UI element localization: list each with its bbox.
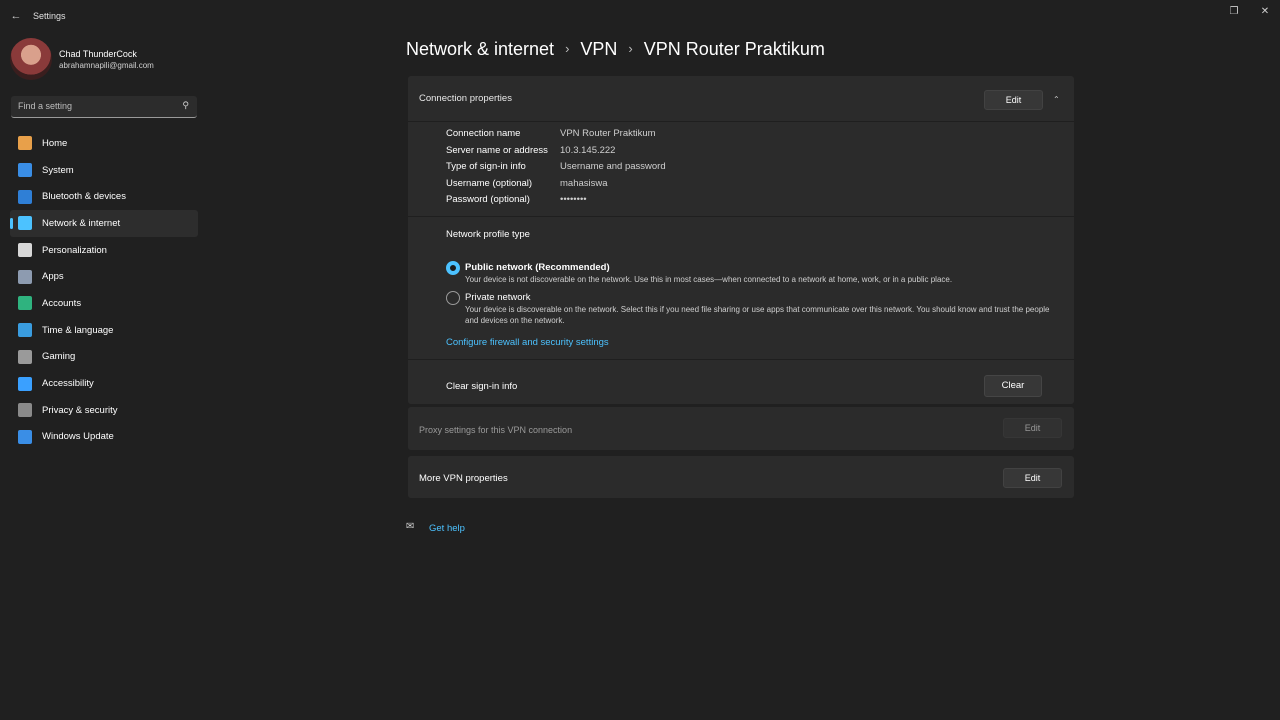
- private-network-radio[interactable]: [446, 291, 460, 305]
- clear-sign-in-button[interactable]: Clear: [984, 375, 1042, 397]
- property-label: Type of sign-in info: [446, 161, 526, 173]
- sidebar-item-label: Network & internet: [42, 217, 121, 229]
- update-icon: [18, 429, 32, 444]
- user-profile[interactable]: Chad ThunderCock abrahamnapili@gmail.com: [10, 38, 200, 84]
- public-network-label[interactable]: Public network (Recommended): [465, 262, 610, 273]
- sidebar-item-label: Gaming: [42, 351, 76, 363]
- more-vpn-properties-label: More VPN properties: [419, 473, 508, 484]
- brush-icon: [18, 243, 32, 258]
- public-network-description: Your device is not discoverable on the n…: [465, 275, 953, 284]
- sidebar-item-label: Accessibility: [42, 378, 94, 390]
- property-label: Connection name: [446, 128, 521, 139]
- sidebar-item-privacy-security[interactable]: Privacy & security: [10, 397, 198, 424]
- public-network-radio[interactable]: [446, 261, 460, 275]
- title-bar: ← Settings ❐ ✕: [0, 0, 1280, 32]
- bluetooth-icon: [18, 189, 32, 204]
- edit-proxy-button[interactable]: Edit: [1003, 418, 1062, 438]
- breadcrumb: Network & internet › VPN › VPN Router Prakti…: [406, 39, 825, 60]
- sidebar-item-label: System: [42, 164, 74, 176]
- proxy-settings-card: Proxy settings for this VPN connection E…: [408, 407, 1074, 450]
- private-network-description: Your device is discoverable on the netwo…: [465, 305, 1050, 325]
- sidebar-item-network-internet[interactable]: Network & internet: [10, 210, 198, 237]
- sidebar-item-label: Accounts: [42, 297, 82, 309]
- breadcrumb-current: VPN Router Praktikum: [643, 39, 825, 59]
- system-icon: [18, 163, 32, 178]
- property-value: VPN Router Praktikum: [560, 128, 656, 139]
- help-chat-icon: ✉: [406, 521, 415, 532]
- accounts-icon: [18, 296, 32, 311]
- avatar: [10, 38, 52, 80]
- restore-icon[interactable]: ❐: [1225, 5, 1243, 19]
- connection-properties-title: Connection properties: [419, 93, 512, 104]
- sidebar-item-home[interactable]: Home: [10, 130, 198, 157]
- property-label: Password (optional): [446, 194, 530, 206]
- divider: [408, 216, 1074, 217]
- edit-connection-button[interactable]: Edit: [984, 90, 1043, 110]
- sidebar-item-label: Bluetooth & devices: [42, 191, 126, 203]
- divider: [408, 121, 1074, 122]
- property-label: Username (optional): [446, 177, 533, 189]
- breadcrumb-vpn[interactable]: VPN: [580, 39, 617, 59]
- back-arrow-icon[interactable]: ←: [8, 9, 24, 23]
- window-title: Settings: [33, 11, 66, 21]
- apps-icon: [18, 269, 32, 284]
- sidebar-item-label: Time & language: [42, 324, 114, 336]
- profile-name: Chad ThunderCock: [59, 49, 137, 59]
- property-label: Server name or address: [446, 144, 548, 156]
- accessibility-icon: [18, 376, 32, 391]
- search-icon[interactable]: ⚲: [182, 100, 189, 111]
- search-input[interactable]: Find a setting ⚲: [11, 96, 197, 118]
- get-help-link[interactable]: Get help: [429, 523, 465, 534]
- sidebar-item-apps[interactable]: Apps: [10, 263, 198, 290]
- sidebar-item-personalization[interactable]: Personalization: [10, 237, 198, 264]
- chevron-up-icon[interactable]: ⌃: [1053, 95, 1060, 104]
- sidebar-item-windows-update[interactable]: Windows Update: [10, 424, 198, 451]
- clear-sign-in-label: Clear sign-in info: [446, 381, 518, 392]
- sidebar-item-accounts[interactable]: Accounts: [10, 290, 198, 317]
- firewall-settings-link[interactable]: Configure firewall and security settings: [446, 337, 609, 348]
- property-value: 10.3.145.222: [560, 144, 616, 156]
- divider: [408, 359, 1074, 360]
- gaming-icon: [18, 349, 32, 364]
- network-profile-type-label: Network profile type: [446, 229, 530, 240]
- connection-properties-header[interactable]: Connection properties Edit ⌃: [408, 76, 1074, 121]
- chevron-right-icon: ›: [628, 41, 633, 56]
- sidebar-item-label: Windows Update: [42, 431, 114, 443]
- sidebar-item-label: Home: [42, 137, 68, 149]
- proxy-settings-label: Proxy settings for this VPN connection: [419, 425, 573, 435]
- sidebar-item-gaming[interactable]: Gaming: [10, 344, 198, 371]
- breadcrumb-network[interactable]: Network & internet: [406, 39, 554, 59]
- property-value: Username and password: [560, 161, 666, 173]
- profile-email: abrahamnapili@gmail.com: [59, 61, 154, 70]
- property-value: ••••••••: [560, 194, 587, 206]
- connection-properties-card: Connection properties Edit ⌃ Connection …: [408, 76, 1074, 404]
- sidebar-item-time-language[interactable]: Time & language: [10, 317, 198, 344]
- sidebar-item-label: Personalization: [42, 244, 107, 256]
- more-vpn-properties-card: More VPN properties Edit: [408, 456, 1074, 498]
- shield-icon: [18, 403, 32, 418]
- search-placeholder: Find a setting: [18, 101, 73, 111]
- home-icon: [18, 136, 32, 151]
- sidebar-item-label: Privacy & security: [42, 404, 118, 416]
- edit-more-properties-button[interactable]: Edit: [1003, 468, 1062, 488]
- sidebar-item-accessibility[interactable]: Accessibility: [10, 370, 198, 397]
- property-value: mahasiswa: [560, 177, 608, 189]
- sidebar-nav: Home System Bluetooth & devices Network & i…: [10, 130, 198, 450]
- private-network-label[interactable]: Private network: [465, 292, 530, 303]
- close-icon[interactable]: ✕: [1256, 5, 1274, 19]
- sidebar-item-label: Apps: [42, 271, 64, 283]
- sidebar-item-system[interactable]: System: [10, 157, 198, 184]
- network-icon: [18, 216, 32, 231]
- globe-clock-icon: [18, 323, 32, 338]
- sidebar-item-bluetooth-devices[interactable]: Bluetooth & devices: [10, 183, 198, 210]
- chevron-right-icon: ›: [565, 41, 570, 56]
